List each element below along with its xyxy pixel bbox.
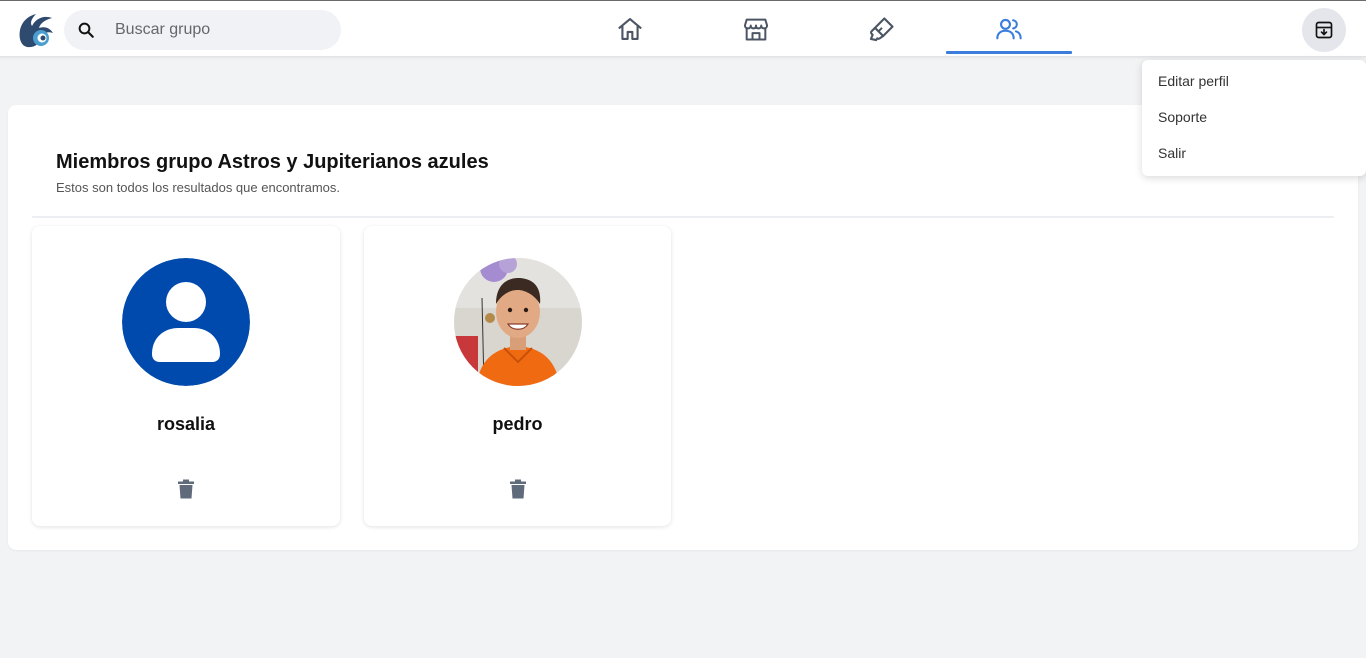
- profile-dropdown-menu: Editar perfil Soporte Salir: [1142, 60, 1366, 176]
- photo-avatar-icon: [453, 258, 582, 386]
- dragon-logo-icon: [19, 14, 53, 48]
- page-subtitle: Estos son todos los resultados que encon…: [56, 180, 340, 195]
- trash-icon: [178, 479, 194, 499]
- tab-groups[interactable]: [946, 1, 1072, 56]
- avatar[interactable]: [453, 258, 582, 386]
- search-input[interactable]: [115, 21, 315, 39]
- delete-member-button[interactable]: [507, 478, 529, 500]
- search-icon: [78, 22, 94, 38]
- users-icon: [996, 18, 1022, 39]
- store-icon: [743, 18, 769, 40]
- avatar[interactable]: [122, 258, 250, 386]
- tab-home[interactable]: [567, 1, 693, 56]
- tab-marketplace[interactable]: [693, 1, 819, 56]
- delete-member-button[interactable]: [175, 478, 197, 500]
- menu-item-logout[interactable]: Salir: [1142, 135, 1366, 171]
- top-navbar: [0, 0, 1366, 57]
- page-title: Miembros grupo Astros y Jupiterianos azu…: [56, 151, 489, 173]
- archive-box-icon: [1315, 21, 1333, 39]
- brush-icon: [869, 16, 894, 41]
- home-icon: [618, 17, 642, 40]
- profile-menu-button[interactable]: [1302, 8, 1346, 52]
- search-bar[interactable]: [64, 10, 341, 50]
- trash-icon: [509, 479, 526, 499]
- menu-item-support[interactable]: Soporte: [1142, 99, 1366, 135]
- app-logo[interactable]: [14, 9, 56, 51]
- menu-item-edit-profile[interactable]: Editar perfil: [1142, 63, 1366, 99]
- tab-create[interactable]: [819, 1, 945, 56]
- member-name: rosalia: [156, 414, 216, 434]
- member-card: rosalia: [32, 226, 340, 526]
- member-card: pedro: [364, 226, 671, 526]
- member-name: pedro: [492, 414, 543, 434]
- divider: [32, 216, 1334, 218]
- default-user-avatar-icon: [122, 258, 250, 386]
